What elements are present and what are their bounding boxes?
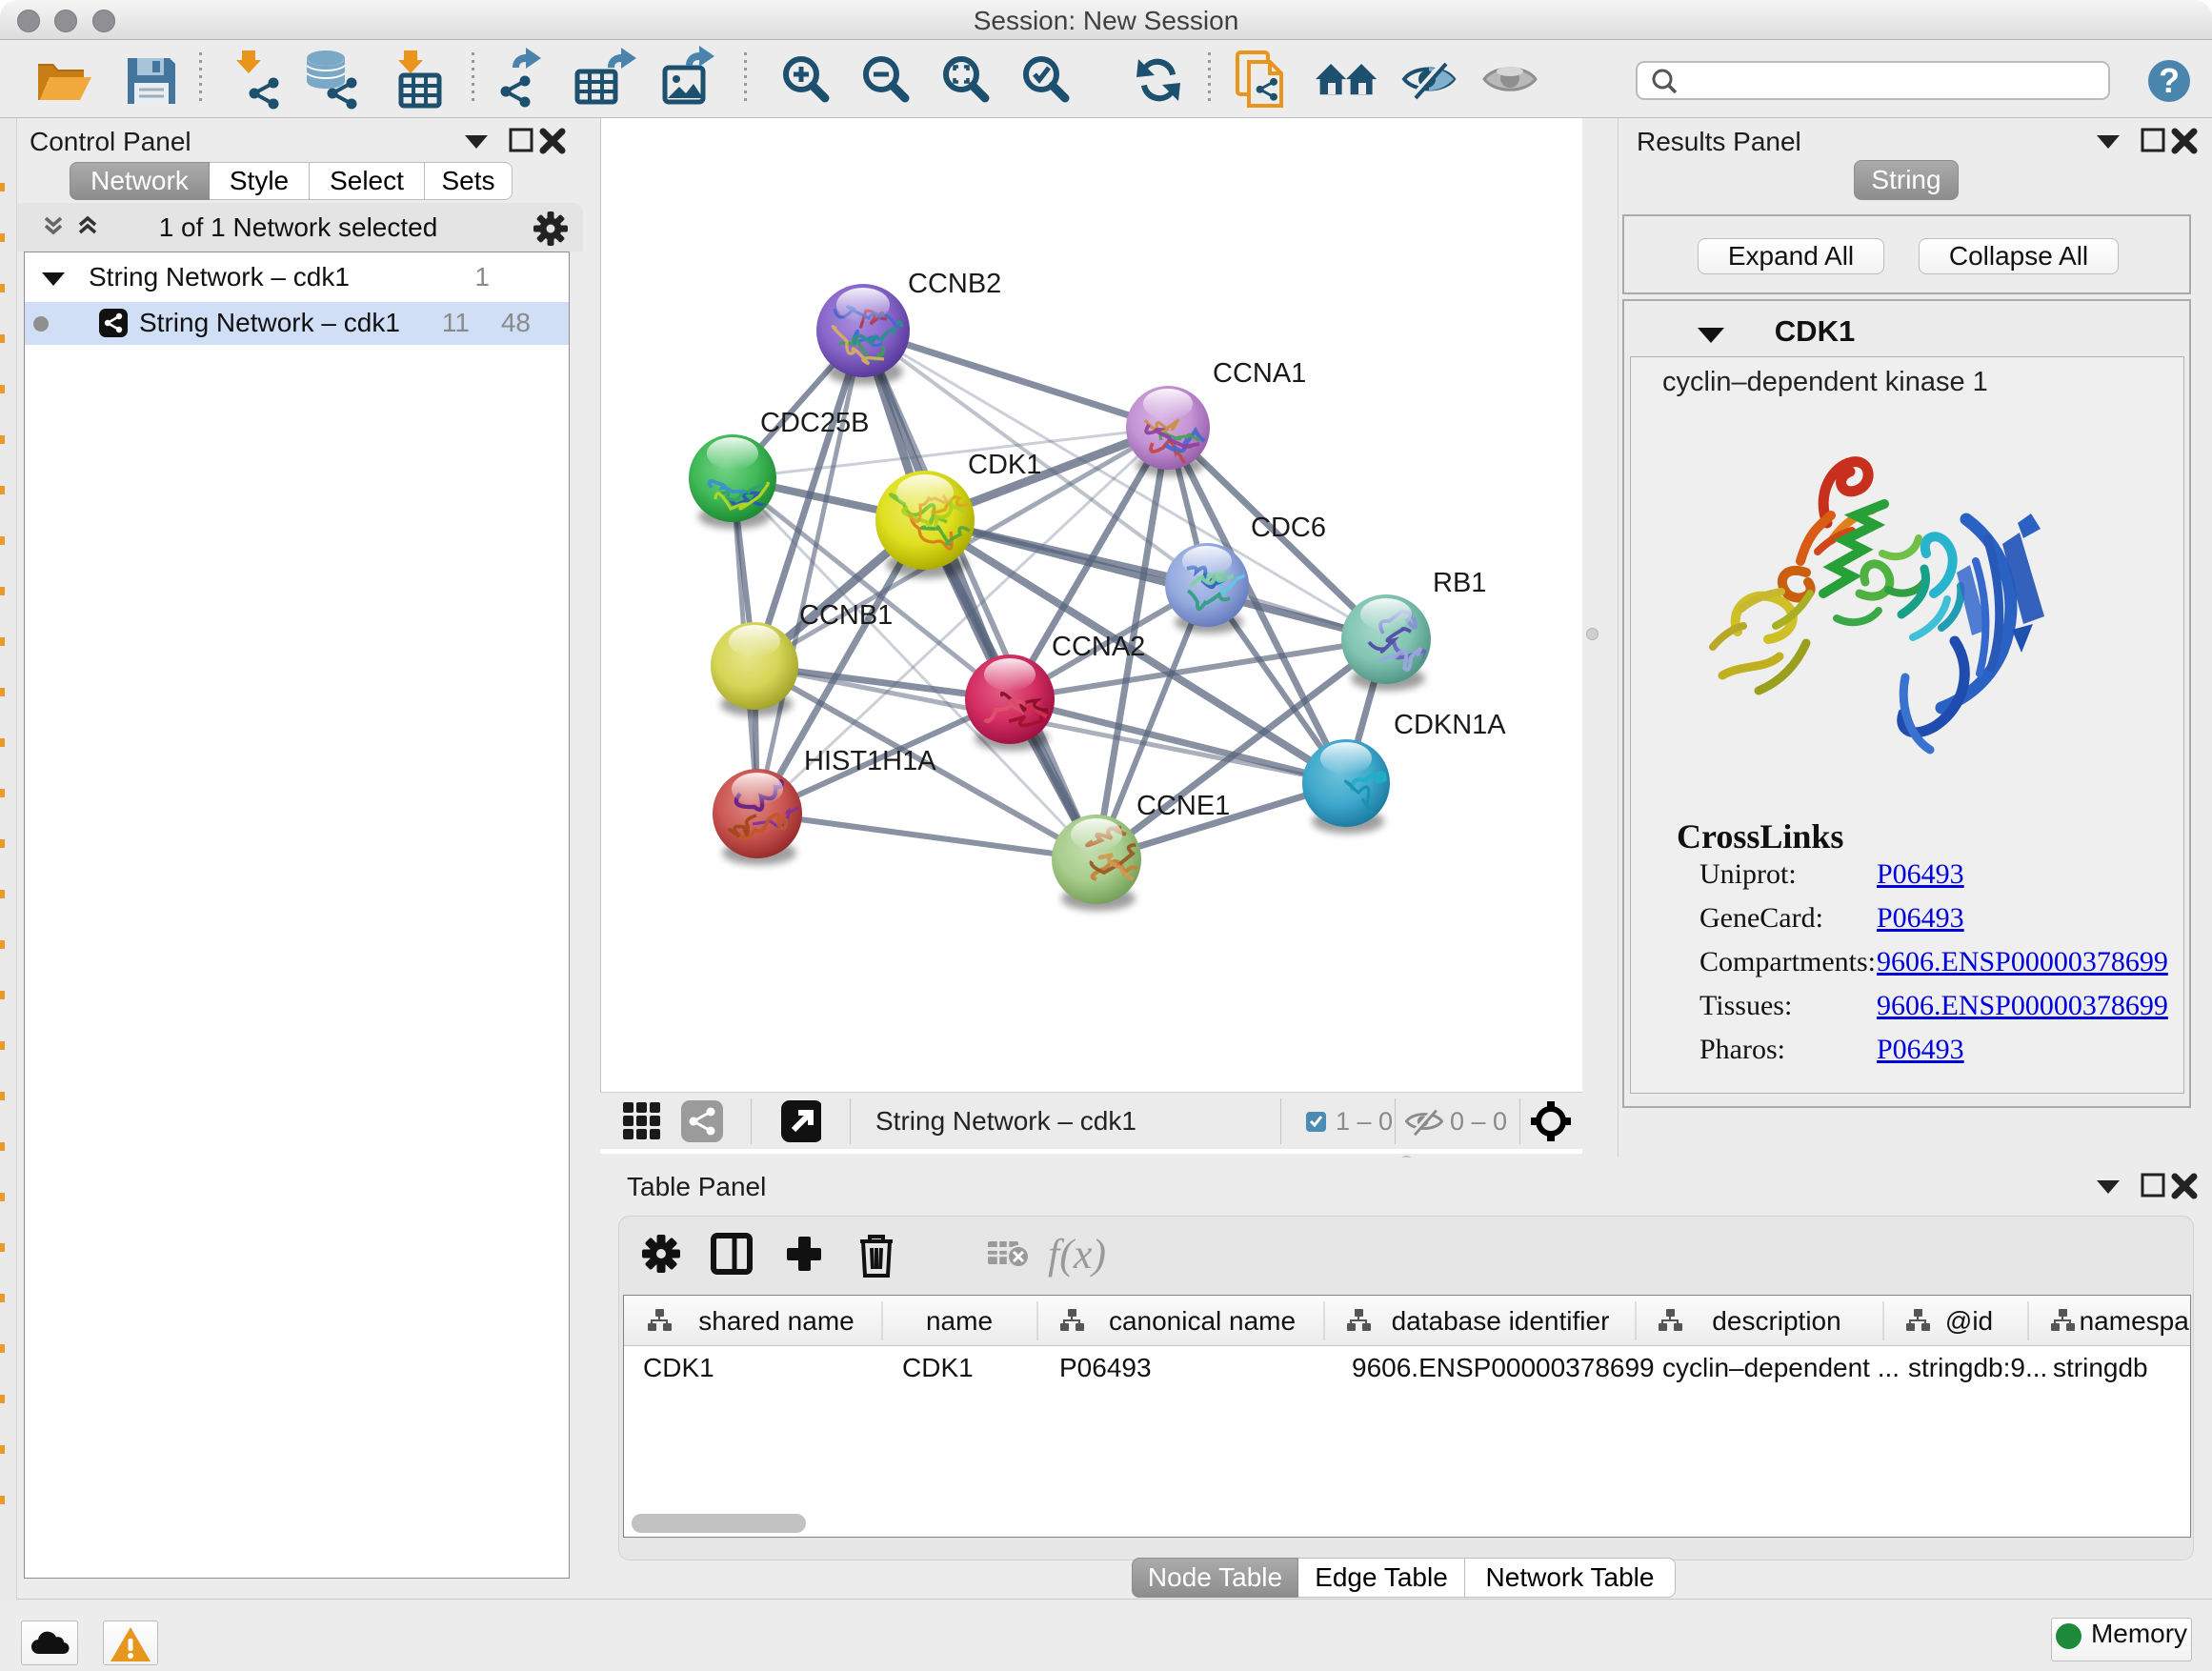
svg-text:f(x): f(x) [1048, 1232, 1106, 1278]
svg-text:CCNA1: CCNA1 [1213, 358, 1306, 389]
svg-text:namespace: namespace [2080, 1306, 2191, 1336]
svg-text:canonical name: canonical name [1109, 1306, 1296, 1336]
svg-text:@id: @id [1945, 1306, 1993, 1336]
svg-text:shared name: shared name [698, 1306, 854, 1336]
svg-text:RB1: RB1 [1433, 568, 1486, 598]
svg-text:CCNE1: CCNE1 [1136, 791, 1230, 821]
svg-text:name: name [926, 1306, 993, 1336]
svg-text:?: ? [2159, 61, 2180, 100]
svg-text:CDC6: CDC6 [1251, 513, 1326, 543]
svg-text:description: description [1712, 1306, 1840, 1336]
svg-text:CDC25B: CDC25B [760, 408, 869, 438]
svg-text:CCNA2: CCNA2 [1052, 632, 1145, 662]
svg-text:database identifier: database identifier [1392, 1306, 1610, 1336]
svg-text:CDKN1A: CDKN1A [1394, 710, 1506, 740]
svg-text:CDK1: CDK1 [968, 450, 1041, 480]
svg-text:CCNB1: CCNB1 [799, 600, 893, 631]
svg-text:HIST1H1A: HIST1H1A [804, 746, 936, 776]
svg-text:CCNB2: CCNB2 [908, 269, 1001, 299]
